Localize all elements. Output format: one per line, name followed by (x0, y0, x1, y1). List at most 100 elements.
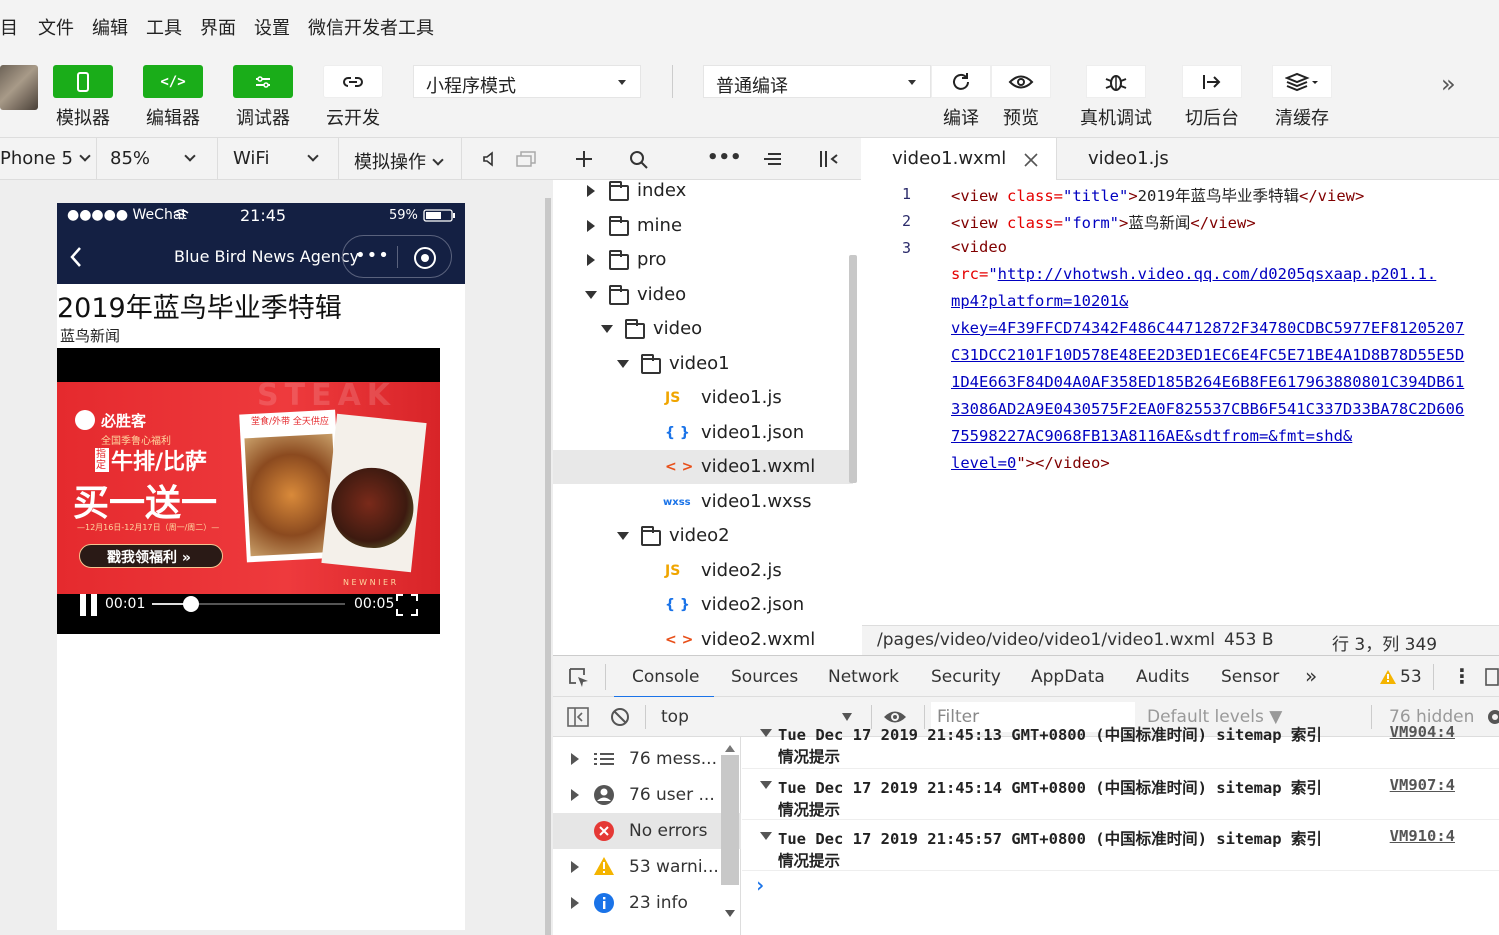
tree-folder[interactable]: video (553, 278, 853, 312)
editor-button[interactable]: </> (143, 65, 203, 98)
compile-select[interactable]: 普通编译 (703, 65, 931, 98)
log-source-link[interactable]: VM907:4 (1390, 776, 1455, 794)
menu-tools[interactable]: 工具 (146, 14, 182, 40)
pause-icon[interactable] (91, 594, 97, 616)
clear-console-icon[interactable] (610, 707, 630, 727)
divider (338, 138, 339, 180)
menu-edit[interactable]: 编辑 (92, 14, 128, 40)
fullscreen-icon[interactable] (395, 593, 419, 617)
log-source-link[interactable]: VM910:4 (1390, 827, 1455, 845)
sidebar-icon[interactable] (567, 707, 589, 727)
tree-file[interactable]: { } video1.json (553, 416, 853, 450)
more-tabs-icon[interactable]: » (1305, 664, 1317, 688)
window-icon[interactable] (515, 151, 537, 167)
collapse-icon[interactable] (762, 151, 782, 167)
more-dots-icon[interactable]: ••• (355, 245, 390, 266)
zoom-select[interactable]: 85% (110, 148, 196, 169)
device-select[interactable]: Phone 5 (0, 148, 91, 169)
clear-cache-button[interactable] (1272, 65, 1332, 98)
tree-item-label: video (637, 283, 687, 305)
tab-audits[interactable]: Audits (1136, 667, 1189, 687)
collapsed-icon (587, 254, 595, 266)
sidebar-toggle-icon[interactable] (818, 149, 840, 169)
sidebar-item-user-messages[interactable]: 76 user ... (553, 777, 741, 813)
code-line-3: <video (951, 238, 1007, 256)
code-editor[interactable]: 1 2 3 <view class="title">2019年蓝鸟毕业季特辑</… (862, 180, 1499, 625)
video-progress-track[interactable] (152, 596, 345, 612)
close-icon[interactable] (1024, 153, 1038, 167)
compile-button[interactable] (931, 65, 991, 98)
simulate-ops-select[interactable]: 模拟操作 (354, 148, 444, 174)
tab-video1-wxml[interactable]: video1.wxml (862, 138, 1056, 180)
log-entry[interactable]: Tue Dec 17 2019 21:45:13 GMT+0800 (中国标准时… (742, 723, 1499, 769)
tab-network[interactable]: Network (828, 667, 899, 687)
inspect-icon[interactable] (568, 667, 590, 689)
chevron-down-icon (432, 154, 444, 166)
tab-console[interactable]: Console (614, 656, 714, 698)
sidebar-item-warnings[interactable]: 53 warni... (553, 849, 741, 885)
toolbar-more-icon[interactable]: » (1441, 70, 1456, 98)
sidebar-item-errors[interactable]: No errors (553, 813, 741, 849)
background-button[interactable] (1182, 65, 1242, 98)
sidebar-scrollbar[interactable] (721, 755, 739, 885)
simulator-button[interactable] (53, 65, 113, 98)
sidebar-item-info[interactable]: 23 info (553, 885, 741, 921)
tree-folder[interactable]: video (553, 312, 853, 346)
tab-security[interactable]: Security (931, 667, 1001, 687)
scroll-up-icon[interactable] (724, 743, 736, 753)
menu-settings[interactable]: 设置 (254, 14, 290, 40)
log-entry[interactable]: Tue Dec 17 2019 21:45:14 GMT+0800 (中国标准时… (742, 769, 1499, 820)
log-entry[interactable]: Tue Dec 17 2019 21:45:57 GMT+0800 (中国标准时… (742, 820, 1499, 871)
tree-file[interactable]: < > video2.wxml (553, 623, 853, 656)
simulator-scrollbar[interactable] (545, 198, 551, 935)
add-icon[interactable] (575, 150, 593, 168)
kebab-menu-icon[interactable]: ⋮ (1452, 664, 1472, 688)
avatar[interactable] (0, 65, 38, 110)
toolbar-divider (672, 65, 673, 98)
menu-project[interactable]: 目 (0, 14, 18, 40)
warning-icon (594, 857, 614, 875)
cloud-link-icon (343, 76, 363, 87)
tree-folder[interactable]: pro (553, 243, 853, 277)
debugger-button[interactable] (233, 65, 293, 98)
tab-video1-js[interactable]: video1.js (1057, 138, 1207, 180)
video-progress-knob[interactable] (182, 596, 199, 612)
menu-wechat-devtools[interactable]: 微信开发者工具 (308, 14, 434, 40)
menu-file[interactable]: 文件 (38, 14, 74, 40)
scroll-down-icon[interactable] (724, 909, 736, 919)
code-icon: </> (160, 73, 186, 90)
back-arrow-icon[interactable] (69, 246, 83, 268)
tree-item-label: video2.js (701, 559, 782, 581)
tree-folder[interactable]: mine (553, 209, 853, 243)
cloud-button[interactable] (323, 65, 383, 98)
tree-folder[interactable]: video1 (553, 347, 853, 381)
tab-sensor[interactable]: Sensor (1221, 667, 1279, 687)
menu-view[interactable]: 界面 (200, 14, 236, 40)
preview-button[interactable] (991, 65, 1051, 98)
tree-file[interactable]: { } video2.json (553, 588, 853, 622)
expanded-icon (601, 325, 613, 333)
expand-icon (571, 861, 579, 873)
file-tree-scrollbar[interactable] (849, 255, 857, 483)
tree-file[interactable]: < > video1.wxml (553, 450, 853, 484)
mode-select[interactable]: 小程序模式 (413, 65, 641, 98)
dock-icon[interactable] (1483, 668, 1499, 686)
search-icon[interactable] (629, 150, 649, 170)
tree-file[interactable]: JS video2.js (553, 554, 853, 588)
more-icon[interactable]: ••• (707, 147, 742, 168)
close-miniprogram-icon[interactable] (413, 246, 437, 270)
log-source-link[interactable]: VM904:4 (1390, 723, 1455, 741)
ad-line3: 买一送一 (73, 483, 218, 524)
tree-folder[interactable]: video2 (553, 519, 853, 553)
warning-count[interactable]: 53 (1400, 667, 1422, 687)
tree-file[interactable]: wxss video1.wxss (553, 485, 853, 519)
network-select[interactable]: WiFi (233, 148, 319, 169)
console-prompt[interactable]: › (754, 873, 766, 897)
tab-appdata[interactable]: AppData (1031, 667, 1105, 687)
speaker-icon[interactable] (481, 151, 497, 167)
tree-file[interactable]: JS video1.js (553, 381, 853, 415)
sidebar-item-messages[interactable]: 76 mess... (553, 741, 741, 777)
tree-folder[interactable]: index (553, 180, 853, 208)
real-debug-button[interactable] (1086, 65, 1146, 98)
tab-sources[interactable]: Sources (731, 667, 798, 687)
